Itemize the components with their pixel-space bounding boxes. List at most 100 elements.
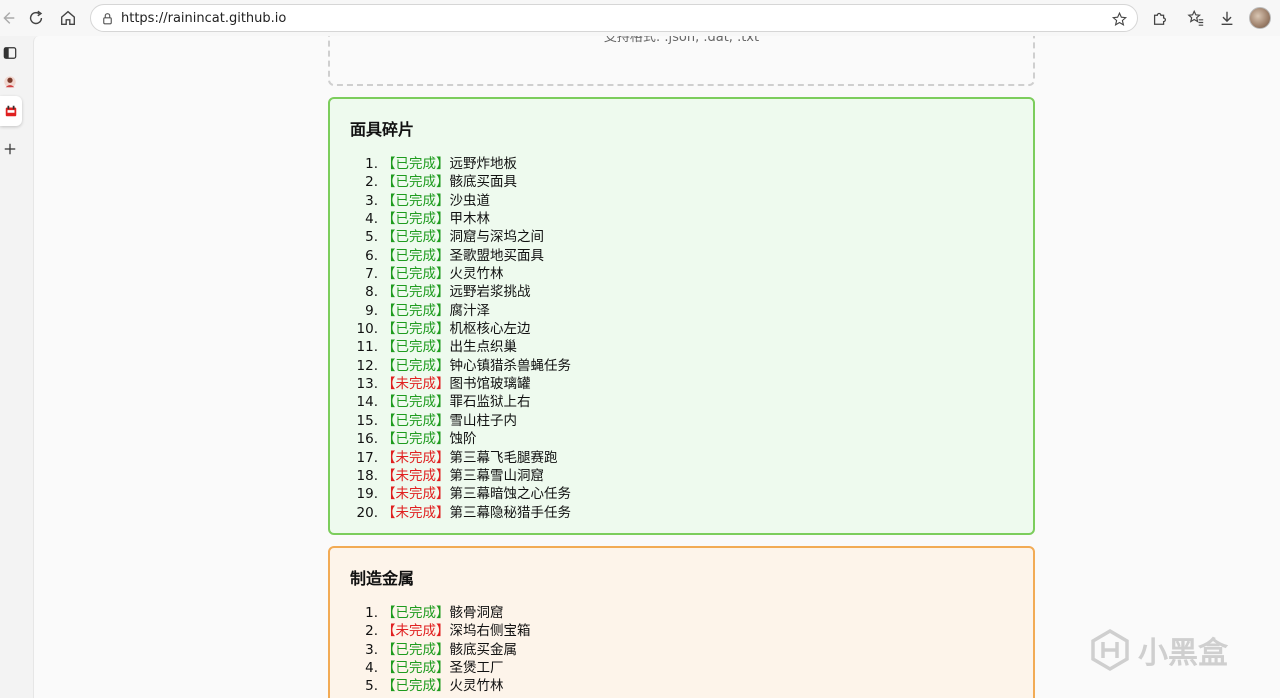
section-title: 制造金属 xyxy=(350,569,415,588)
list-item: 5. 【已完成】 洞窟与深坞之间 xyxy=(350,228,1013,246)
list-item: 1. 【已完成】 远野炸地板 xyxy=(350,155,1013,173)
home-icon[interactable] xyxy=(56,6,80,30)
item-label: 第三幕飞毛腿赛跑 xyxy=(449,449,558,466)
list-item: 17. 【未完成】 第三幕飞毛腿赛跑 xyxy=(350,449,1013,467)
item-number: 9. xyxy=(365,302,378,319)
status-incomplete: 【未完成】 xyxy=(382,449,450,466)
list-item: 20. 【未完成】 第三幕隐秘猎手任务 xyxy=(350,504,1013,522)
sidebar-app-active-icon[interactable] xyxy=(0,96,22,126)
list-item: 10. 【已完成】 机枢核心左边 xyxy=(350,320,1013,338)
list-item: 13. 【未完成】 图书馆玻璃罐 xyxy=(350,375,1013,393)
watermark-text: 小黑盒 xyxy=(1138,636,1228,671)
address-bar[interactable]: https://rainincat.github.io xyxy=(90,4,1138,32)
status-completed: 【已完成】 xyxy=(382,412,450,429)
status-completed: 【已完成】 xyxy=(382,678,450,695)
status-completed: 【已完成】 xyxy=(382,284,450,301)
extensions-icon[interactable] xyxy=(1148,6,1172,30)
list-item: 6. 【已完成】 圣歌盟地买面具 xyxy=(350,247,1013,265)
item-label: 腐汁泽 xyxy=(449,302,491,319)
downloads-icon[interactable] xyxy=(1215,6,1239,30)
favorites-icon[interactable] xyxy=(1184,6,1208,30)
list-item: 3. 【已完成】 骸底买金属 xyxy=(350,641,1013,659)
back-icon[interactable] xyxy=(0,6,20,30)
favorite-star-icon[interactable] xyxy=(1109,9,1129,29)
item-number: 6. xyxy=(365,247,378,264)
item-number: 20. xyxy=(356,504,378,521)
status-completed: 【已完成】 xyxy=(382,302,450,319)
item-number: 1. xyxy=(365,156,378,172)
item-label: 骸骨洞窟 xyxy=(449,605,504,621)
item-label: 罪石监狱上右 xyxy=(449,394,531,411)
craft-metal-card: 制造金属 1. 【已完成】 骸骨洞窟 2. 【未完成】 深坞右侧宝箱 3. 【已完成】 骸底买金… xyxy=(328,546,1035,698)
item-label: 火灵竹林 xyxy=(449,266,504,283)
item-label: 骸底买金属 xyxy=(449,641,518,658)
item-label: 洞窟与深坞之间 xyxy=(449,229,545,246)
url-text: https://rainincat.github.io xyxy=(121,10,287,26)
sidebar-app-avatar-icon[interactable] xyxy=(0,70,20,94)
list-item: 16. 【已完成】 蚀阶 xyxy=(350,430,1013,448)
mask-shards-list: 1. 【已完成】 远野炸地板 2. 【已完成】 骸底买面具 3. 【已完成】 沙虫道 4. 【已完成… xyxy=(350,155,1013,522)
watermark-logo-icon xyxy=(1091,628,1129,672)
item-number: 2. xyxy=(365,174,378,191)
status-completed: 【已完成】 xyxy=(382,266,450,283)
item-number: 12. xyxy=(356,357,378,374)
item-label: 圣煲工厂 xyxy=(449,660,504,677)
item-label: 深坞右侧宝箱 xyxy=(449,623,531,640)
list-item: 9. 【已完成】 腐汁泽 xyxy=(350,302,1013,320)
item-number: 4. xyxy=(365,211,378,228)
item-label: 骸底买面具 xyxy=(449,174,518,191)
lock-icon[interactable] xyxy=(93,4,121,32)
status-completed: 【已完成】 xyxy=(382,321,450,338)
sidebar-toggle-icon[interactable] xyxy=(0,41,20,65)
item-number: 5. xyxy=(365,229,378,246)
refresh-icon[interactable] xyxy=(24,6,48,30)
status-completed: 【已完成】 xyxy=(382,394,450,411)
item-number: 4. xyxy=(365,660,378,677)
item-label: 沙虫道 xyxy=(449,192,491,209)
item-number: 7. xyxy=(365,266,378,283)
list-item: 11. 【已完成】 出生点织巢 xyxy=(350,338,1013,356)
browser-toolbar: https://rainincat.github.io xyxy=(0,0,1280,36)
list-item: 12. 【已完成】 钟心镇猎杀兽蝇任务 xyxy=(350,357,1013,375)
item-number: 8. xyxy=(365,284,378,301)
section-title: 面具碎片 xyxy=(350,120,415,139)
item-label: 甲木林 xyxy=(449,211,491,228)
profile-avatar[interactable] xyxy=(1249,7,1271,29)
item-label: 火灵竹林 xyxy=(449,678,504,695)
list-item: 1. 【已完成】 骸骨洞窟 xyxy=(350,604,1013,622)
list-item: 2. 【已完成】 骸底买面具 xyxy=(350,173,1013,191)
status-completed: 【已完成】 xyxy=(382,605,450,621)
list-item: 4. 【已完成】 甲木林 xyxy=(350,210,1013,228)
list-item: 15. 【已完成】 雪山柱子内 xyxy=(350,412,1013,430)
add-sidebar-app-icon[interactable] xyxy=(0,137,20,161)
item-label: 钟心镇猎杀兽蝇任务 xyxy=(449,357,572,374)
status-incomplete: 【未完成】 xyxy=(382,486,450,503)
item-label: 第三幕隐秘猎手任务 xyxy=(449,504,572,521)
list-item: 5. 【已完成】 火灵竹林 xyxy=(350,677,1013,695)
status-completed: 【已完成】 xyxy=(382,357,450,374)
status-incomplete: 【未完成】 xyxy=(382,504,450,521)
item-number: 10. xyxy=(356,321,378,338)
item-number: 15. xyxy=(356,412,378,429)
craft-metal-list: 1. 【已完成】 骸骨洞窟 2. 【未完成】 深坞右侧宝箱 3. 【已完成】 骸底买金属 4. 【已… xyxy=(350,604,1013,696)
item-number: 1. xyxy=(365,605,378,621)
item-number: 16. xyxy=(356,431,378,448)
supported-formats-hint: 支持格式: .json, .dat, .txt xyxy=(603,36,760,45)
item-number: 11. xyxy=(356,339,378,356)
item-label: 出生点织巢 xyxy=(449,339,518,356)
item-label: 蚀阶 xyxy=(449,431,477,448)
page-content: 支持格式: .json, .dat, .txt 面具碎片 1. 【已完成】 远野炸地… xyxy=(33,36,1280,698)
list-item: 4. 【已完成】 圣煲工厂 xyxy=(350,659,1013,677)
item-label: 第三幕雪山洞窟 xyxy=(449,467,545,484)
item-number: 18. xyxy=(356,467,378,484)
list-item: 3. 【已完成】 沙虫道 xyxy=(350,192,1013,210)
item-number: 19. xyxy=(356,486,378,503)
status-completed: 【已完成】 xyxy=(382,211,450,228)
status-completed: 【已完成】 xyxy=(382,229,450,246)
item-label: 图书馆玻璃罐 xyxy=(449,376,531,393)
item-number: 3. xyxy=(365,641,378,658)
status-completed: 【已完成】 xyxy=(382,431,450,448)
list-item: 8. 【已完成】 远野岩浆挑战 xyxy=(350,283,1013,301)
status-incomplete: 【未完成】 xyxy=(382,467,450,484)
file-upload-area[interactable]: 支持格式: .json, .dat, .txt xyxy=(328,36,1035,86)
